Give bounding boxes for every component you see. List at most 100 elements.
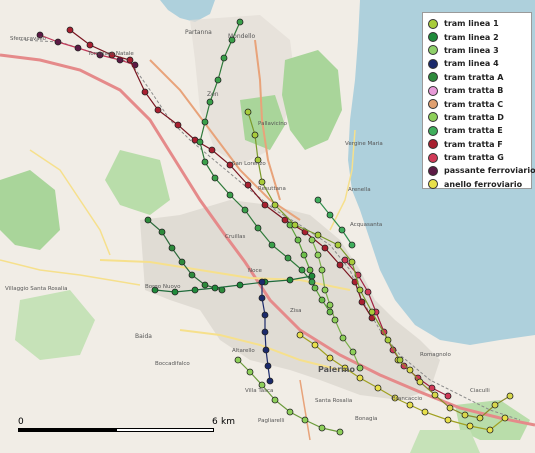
station-marker[interactable] (244, 181, 252, 189)
station-marker[interactable] (296, 331, 304, 339)
station-marker[interactable] (374, 384, 382, 392)
station-marker[interactable] (406, 401, 414, 409)
station-marker[interactable] (444, 416, 452, 424)
station-marker[interactable] (174, 121, 182, 129)
station-marker[interactable] (178, 258, 186, 266)
station-marker[interactable] (356, 286, 364, 294)
station-marker[interactable] (421, 408, 429, 416)
station-marker[interactable] (491, 401, 499, 409)
station-marker[interactable] (301, 416, 309, 424)
station-marker[interactable] (326, 211, 334, 219)
station-marker[interactable] (264, 362, 272, 370)
station-marker[interactable] (201, 281, 209, 289)
station-marker[interactable] (321, 286, 329, 294)
station-marker[interactable] (208, 146, 216, 154)
station-marker[interactable] (258, 178, 266, 186)
station-marker[interactable] (466, 422, 474, 430)
station-marker[interactable] (306, 266, 314, 274)
station-marker[interactable] (286, 408, 294, 416)
station-marker[interactable] (416, 378, 424, 386)
station-marker[interactable] (220, 54, 228, 62)
station-marker[interactable] (356, 364, 364, 372)
station-marker[interactable] (336, 261, 344, 269)
station-marker[interactable] (300, 251, 308, 259)
station-marker[interactable] (261, 311, 269, 319)
station-marker[interactable] (206, 98, 214, 106)
station-marker[interactable] (314, 196, 322, 204)
station-marker[interactable] (326, 301, 334, 309)
station-marker[interactable] (406, 366, 414, 374)
station-marker[interactable] (86, 41, 94, 49)
station-marker[interactable] (214, 76, 222, 84)
station-marker[interactable] (348, 258, 356, 266)
station-marker[interactable] (384, 336, 392, 344)
station-marker[interactable] (191, 286, 199, 294)
station-marker[interactable] (271, 396, 279, 404)
station-marker[interactable] (321, 244, 329, 252)
station-marker[interactable] (236, 18, 244, 26)
station-marker[interactable] (311, 284, 319, 292)
station-marker[interactable] (236, 281, 244, 289)
station-marker[interactable] (254, 224, 262, 232)
station-marker[interactable] (318, 296, 326, 304)
station-marker[interactable] (196, 138, 204, 146)
station-marker[interactable] (66, 26, 74, 34)
station-marker[interactable] (268, 241, 276, 249)
station-marker[interactable] (144, 216, 152, 224)
station-marker[interactable] (266, 377, 274, 385)
station-marker[interactable] (308, 236, 316, 244)
station-marker[interactable] (298, 266, 306, 274)
station-marker[interactable] (339, 334, 347, 342)
station-marker[interactable] (258, 278, 266, 286)
station-marker[interactable] (226, 191, 234, 199)
station-marker[interactable] (314, 251, 322, 259)
station-marker[interactable] (348, 241, 356, 249)
station-marker[interactable] (241, 206, 249, 214)
station-marker[interactable] (311, 341, 319, 349)
station-marker[interactable] (74, 44, 82, 52)
station-marker[interactable] (364, 288, 372, 296)
station-marker[interactable] (284, 254, 292, 262)
station-marker[interactable] (308, 272, 316, 280)
station-marker[interactable] (331, 316, 339, 324)
station-marker[interactable] (446, 404, 454, 412)
station-marker[interactable] (211, 284, 219, 292)
station-marker[interactable] (201, 158, 209, 166)
station-marker[interactable] (338, 226, 346, 234)
station-marker[interactable] (234, 356, 242, 364)
station-marker[interactable] (308, 278, 316, 286)
station-marker[interactable] (318, 266, 326, 274)
station-marker[interactable] (262, 346, 270, 354)
station-marker[interactable] (126, 56, 134, 64)
station-marker[interactable] (461, 411, 469, 419)
station-marker[interactable] (261, 201, 269, 209)
station-marker[interactable] (286, 276, 294, 284)
station-marker[interactable] (188, 271, 196, 279)
station-marker[interactable] (318, 424, 326, 432)
station-marker[interactable] (476, 414, 484, 422)
station-marker[interactable] (141, 88, 149, 96)
station-marker[interactable] (334, 241, 342, 249)
station-marker[interactable] (368, 308, 376, 316)
station-marker[interactable] (314, 231, 322, 239)
station-marker[interactable] (358, 298, 366, 306)
station-marker[interactable] (211, 174, 219, 182)
station-marker[interactable] (294, 236, 302, 244)
station-marker[interactable] (158, 228, 166, 236)
station-marker[interactable] (168, 244, 176, 252)
station-marker[interactable] (506, 392, 514, 400)
station-marker[interactable] (291, 221, 299, 229)
station-marker[interactable] (201, 118, 209, 126)
station-marker[interactable] (444, 392, 452, 400)
station-marker[interactable] (258, 294, 266, 302)
station-marker[interactable] (341, 256, 349, 264)
station-marker[interactable] (396, 356, 404, 364)
station-marker[interactable] (356, 374, 364, 382)
station-marker[interactable] (246, 368, 254, 376)
station-marker[interactable] (251, 131, 259, 139)
station-marker[interactable] (261, 328, 269, 336)
station-marker[interactable] (501, 414, 509, 422)
station-marker[interactable] (271, 201, 279, 209)
station-marker[interactable] (326, 354, 334, 362)
station-marker[interactable] (326, 308, 334, 316)
